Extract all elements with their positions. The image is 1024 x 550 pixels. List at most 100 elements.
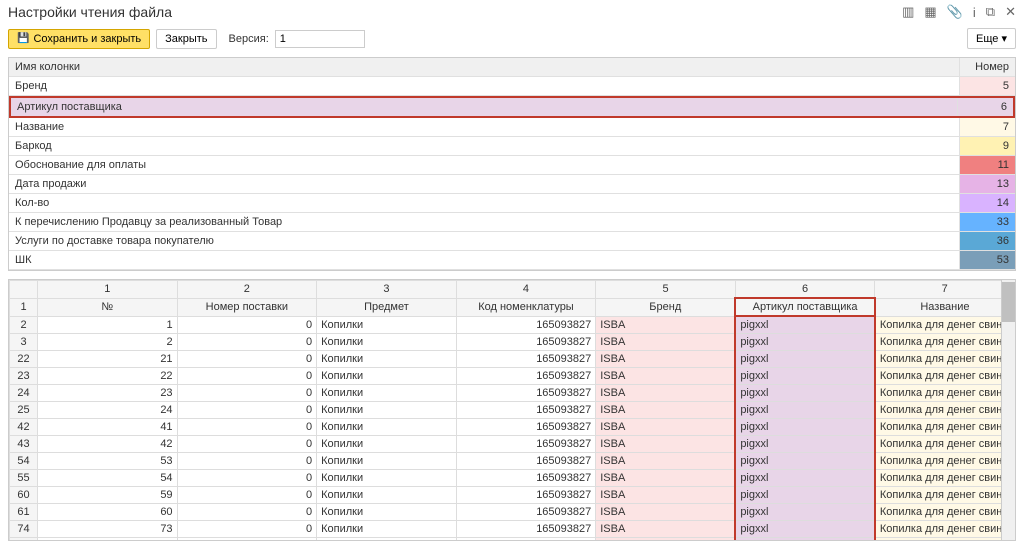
table-row[interactable]: 61600Копилки165093827ISBApigxxlКопилка д… bbox=[10, 504, 1015, 521]
cell-brand: ISBA bbox=[596, 487, 736, 504]
table-row[interactable]: 22210Копилки165093827ISBApigxxlКопилка д… bbox=[10, 351, 1015, 368]
table-row[interactable]: 320Копилки165093827ISBApigxxlКопилка для… bbox=[10, 334, 1015, 351]
row-number: 55 bbox=[10, 470, 38, 487]
config-row[interactable]: Название7 bbox=[9, 118, 1015, 137]
header-no: № bbox=[38, 298, 178, 316]
table-row[interactable]: 25240Копилки165093827ISBApigxxlКопилка д… bbox=[10, 402, 1015, 419]
row-number: 22 bbox=[10, 351, 38, 368]
cell-supply: 0 bbox=[177, 402, 317, 419]
table-row[interactable]: 55540Копилки165093827ISBApigxxlКопилка д… bbox=[10, 470, 1015, 487]
cell-no: 42 bbox=[38, 436, 178, 453]
colnum-cell: 6 bbox=[735, 281, 875, 299]
cell-code: 165093827 bbox=[456, 368, 596, 385]
cell-code: 165093827 bbox=[456, 470, 596, 487]
table-row[interactable]: 24230Копилки165093827ISBApigxxlКопилка д… bbox=[10, 385, 1015, 402]
cell-subject: Копилки bbox=[317, 419, 457, 436]
cell-article: pigxxl bbox=[735, 419, 875, 436]
config-row[interactable]: Баркод9 bbox=[9, 137, 1015, 156]
cell-supply: 0 bbox=[177, 470, 317, 487]
row-number: 74 bbox=[10, 521, 38, 538]
row-number: 54 bbox=[10, 453, 38, 470]
cell-name: Копилка для денег свинья большая гипсова… bbox=[875, 419, 1015, 436]
row-number: 60 bbox=[10, 487, 38, 504]
cell-name: Копилка для денег свинья большая гипсова… bbox=[875, 334, 1015, 351]
cell-code: 165093827 bbox=[456, 521, 596, 538]
cell-no: 1 bbox=[38, 316, 178, 334]
restore-icon[interactable]: ⧉ bbox=[986, 4, 995, 20]
preview-table[interactable]: 1234567 1№Номер поставкиПредметКод номен… bbox=[9, 280, 1015, 541]
version-label: Версия: bbox=[229, 33, 269, 45]
config-row[interactable]: Бренд5 bbox=[9, 77, 1015, 96]
cell-brand: ISBA bbox=[596, 316, 736, 334]
config-row[interactable]: Артикул поставщика6 bbox=[9, 96, 1015, 118]
table-row[interactable]: 43420Копилки165093827ISBApigxxlКопилка д… bbox=[10, 436, 1015, 453]
cell-no: 23 bbox=[38, 385, 178, 402]
pin-icon[interactable]: 📎 bbox=[947, 4, 963, 20]
cell-name: Копилка для денег свинья большая гипсова… bbox=[875, 521, 1015, 538]
cell-subject: Копилки bbox=[317, 334, 457, 351]
colnum-cell: 2 bbox=[177, 281, 317, 299]
cell-no: 2 bbox=[38, 334, 178, 351]
config-cell-name: К перечислению Продавцу за реализованный… bbox=[9, 213, 959, 231]
cell-name: Копилка для денег свинья большая гипсова… bbox=[875, 316, 1015, 334]
config-row[interactable]: ШК53 bbox=[9, 251, 1015, 270]
config-cell-num: 13 bbox=[959, 175, 1015, 193]
row-number: 24 bbox=[10, 385, 38, 402]
cell-article: pigxxl bbox=[735, 334, 875, 351]
table-row[interactable]: 75740Копилки165093827ISBApigxxlКопилка д… bbox=[10, 538, 1015, 542]
config-cell-num: 11 bbox=[959, 156, 1015, 174]
table-row[interactable]: 60590Копилки165093827ISBApigxxlКопилка д… bbox=[10, 487, 1015, 504]
config-cell-num: 53 bbox=[959, 251, 1015, 269]
cell-name: Копилка для денег свинья большая гипсова… bbox=[875, 351, 1015, 368]
save-close-button[interactable]: Сохранить и закрыть bbox=[8, 29, 150, 49]
close-icon[interactable]: ✕ bbox=[1005, 4, 1016, 20]
config-header-name: Имя колонки bbox=[9, 58, 959, 76]
cell-brand: ISBA bbox=[596, 334, 736, 351]
table-row[interactable]: 54530Копилки165093827ISBApigxxlКопилка д… bbox=[10, 453, 1015, 470]
report-icon[interactable]: ▥ bbox=[902, 4, 914, 20]
colnum-cell: 4 bbox=[456, 281, 596, 299]
cell-subject: Копилки bbox=[317, 436, 457, 453]
cell-article: pigxxl bbox=[735, 538, 875, 542]
preview-table-wrap: 1234567 1№Номер поставкиПредметКод номен… bbox=[8, 279, 1016, 541]
colnum-cell: 3 bbox=[317, 281, 457, 299]
cell-code: 165093827 bbox=[456, 334, 596, 351]
cell-subject: Копилки bbox=[317, 470, 457, 487]
calc-icon[interactable]: ▦ bbox=[924, 4, 936, 20]
titlebar: Настройки чтения файла ▥ ▦ 📎 i ⧉ ✕ bbox=[0, 0, 1024, 24]
cell-supply: 0 bbox=[177, 436, 317, 453]
cell-no: 21 bbox=[38, 351, 178, 368]
cell-supply: 0 bbox=[177, 316, 317, 334]
config-row[interactable]: Обоснование для оплаты11 bbox=[9, 156, 1015, 175]
config-cell-num: 6 bbox=[957, 98, 1013, 116]
cell-code: 165093827 bbox=[456, 419, 596, 436]
config-row[interactable]: Дата продажи13 bbox=[9, 175, 1015, 194]
config-row[interactable]: Кол-во14 bbox=[9, 194, 1015, 213]
vertical-scrollbar[interactable] bbox=[1001, 280, 1015, 540]
cell-brand: ISBA bbox=[596, 385, 736, 402]
header-article: Артикул поставщика bbox=[735, 298, 875, 316]
cell-article: pigxxl bbox=[735, 504, 875, 521]
header-code: Код номенклатуры bbox=[456, 298, 596, 316]
more-button[interactable]: Еще ▾ bbox=[967, 28, 1016, 49]
cell-article: pigxxl bbox=[735, 368, 875, 385]
cell-no: 59 bbox=[38, 487, 178, 504]
cell-no: 73 bbox=[38, 521, 178, 538]
version-select[interactable] bbox=[275, 30, 365, 48]
table-row[interactable]: 74730Копилки165093827ISBApigxxlКопилка д… bbox=[10, 521, 1015, 538]
table-row[interactable]: 42410Копилки165093827ISBApigxxlКопилка д… bbox=[10, 419, 1015, 436]
close-button[interactable]: Закрыть bbox=[156, 29, 216, 49]
cell-name: Копилка для денег свинья большая гипсова… bbox=[875, 487, 1015, 504]
table-row[interactable]: 210Копилки165093827ISBApigxxlКопилка для… bbox=[10, 316, 1015, 334]
info-icon[interactable]: i bbox=[973, 5, 976, 20]
cell-brand: ISBA bbox=[596, 504, 736, 521]
cell-no: 24 bbox=[38, 402, 178, 419]
config-row[interactable]: К перечислению Продавцу за реализованный… bbox=[9, 213, 1015, 232]
cell-brand: ISBA bbox=[596, 402, 736, 419]
cell-article: pigxxl bbox=[735, 351, 875, 368]
cell-no: 54 bbox=[38, 470, 178, 487]
table-row[interactable]: 23220Копилки165093827ISBApigxxlКопилка д… bbox=[10, 368, 1015, 385]
cell-brand: ISBA bbox=[596, 351, 736, 368]
cell-subject: Копилки bbox=[317, 316, 457, 334]
config-row[interactable]: Услуги по доставке товара покупателю36 bbox=[9, 232, 1015, 251]
